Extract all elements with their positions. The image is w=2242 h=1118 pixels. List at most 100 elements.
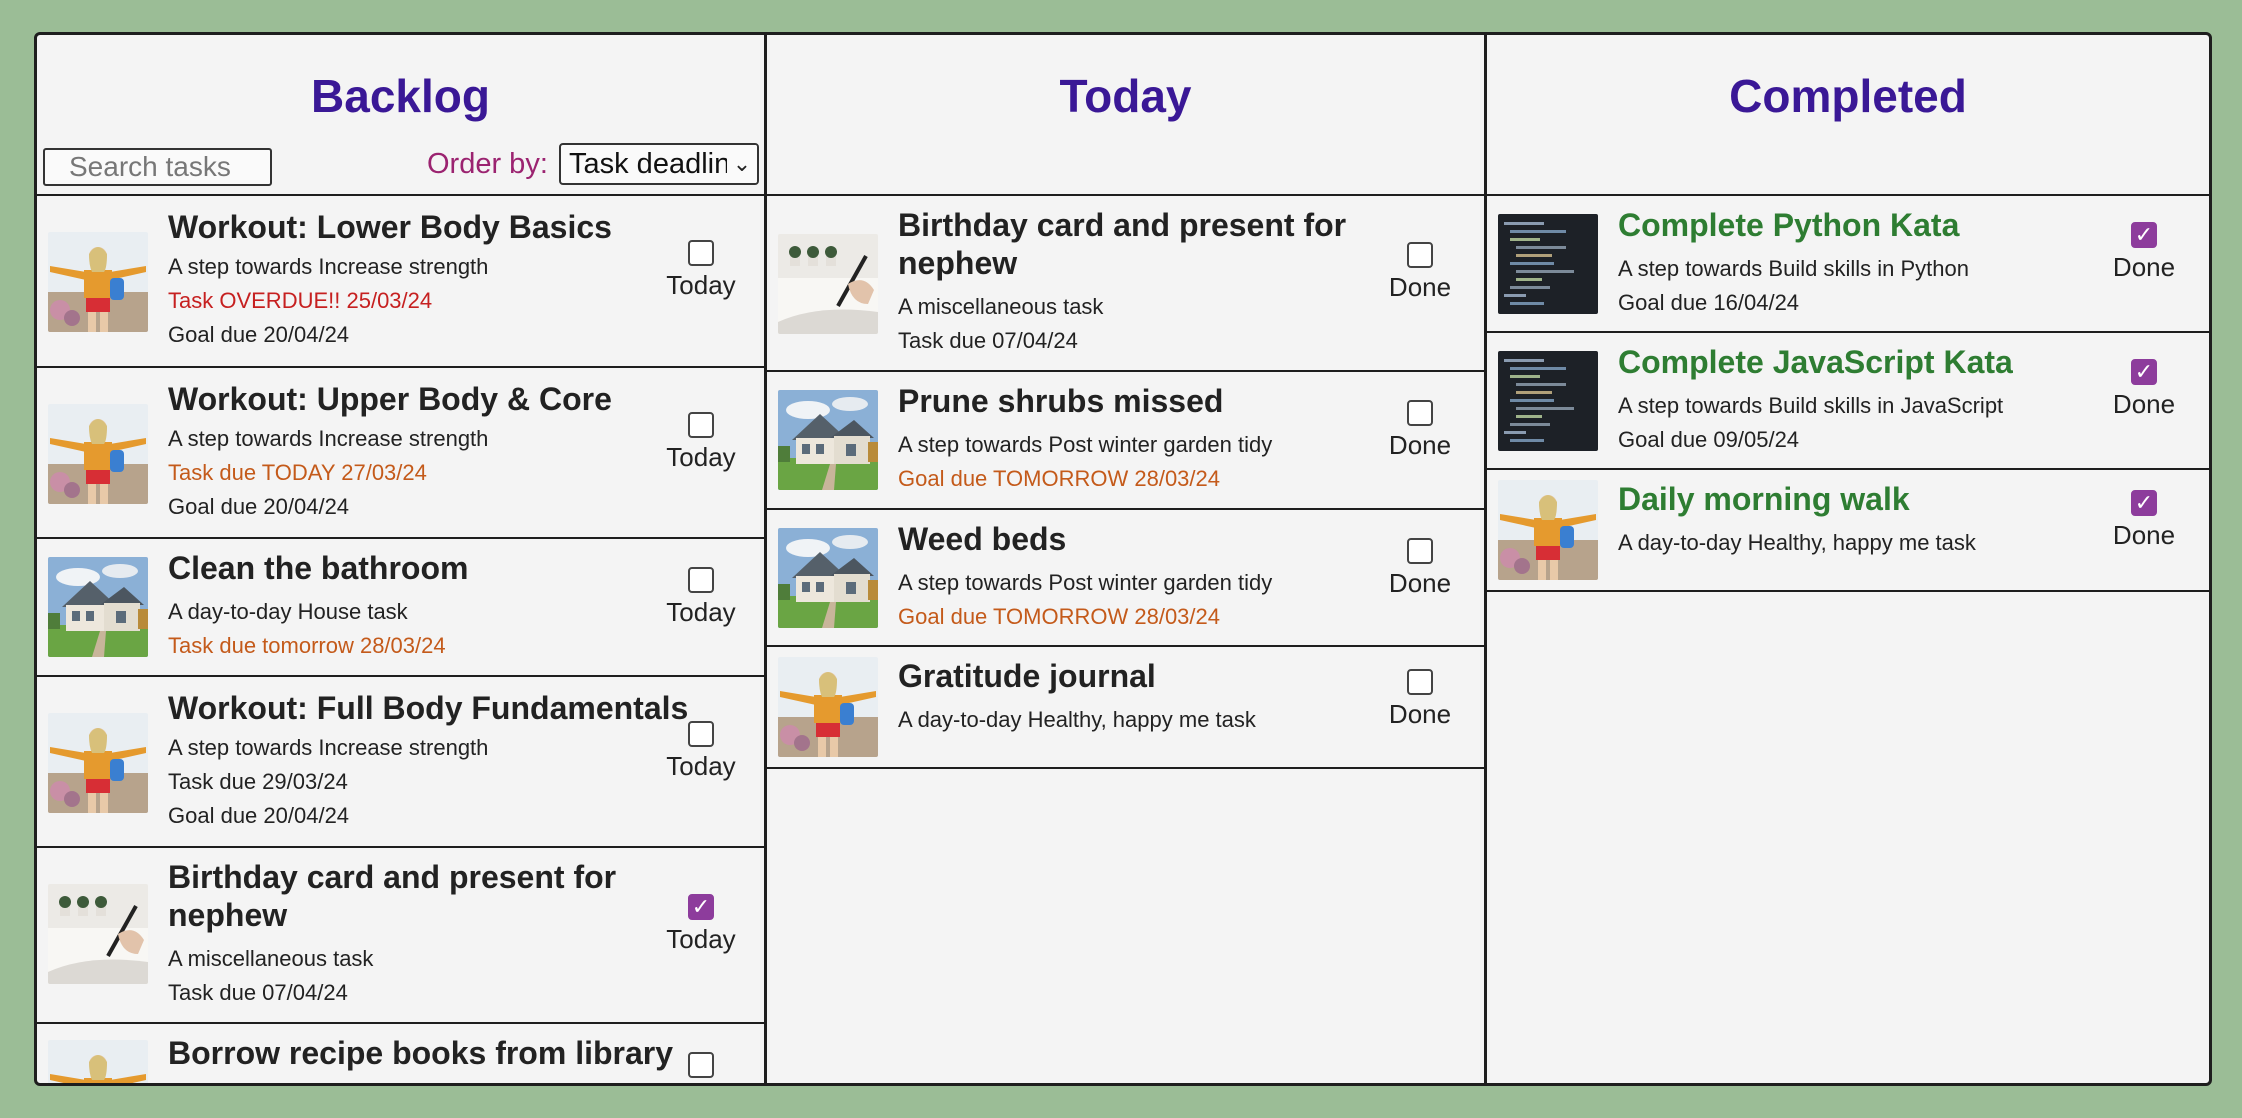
goal-due-text: Goal due 20/04/24 (168, 322, 350, 347)
person-icon (778, 657, 878, 757)
writing-icon (778, 234, 878, 334)
task-title: Complete JavaScript Kata (1618, 344, 2013, 380)
house-icon (48, 557, 148, 657)
task-card: Workout: Lower Body Basics A step toward… (37, 196, 764, 368)
done-checkbox[interactable] (1407, 400, 1433, 426)
task-card: Prune shrubs missed A step towards Post … (767, 372, 1484, 510)
task-goal-text: A step towards Build skills in Python (1618, 256, 1969, 281)
completed-title: Completed (1729, 70, 1967, 122)
task-title-line-2: nephew (168, 897, 288, 933)
done-label: Done (1388, 272, 1452, 302)
done-toggle[interactable]: Done (1375, 242, 1465, 303)
task-card: Birthday card and present for nephew A m… (767, 196, 1484, 372)
task-goal-text: A day-to-day Healthy, happy me task (898, 707, 1256, 732)
task-card: Gratitude journal A day-to-day Healthy, … (767, 647, 1484, 769)
done-toggle[interactable]: Done (1375, 400, 1465, 461)
today-toggle[interactable]: Today (656, 567, 746, 628)
search-input[interactable] (43, 148, 272, 186)
task-title: Workout: Lower Body Basics (168, 209, 612, 245)
task-title: Weed beds (898, 521, 1067, 557)
done-toggle[interactable]: ✓ Done (2099, 359, 2189, 420)
today-checkbox[interactable]: ✓ (688, 894, 714, 920)
today-label: Today (666, 924, 736, 954)
today-column: Today Birthday card and present for neph… (764, 35, 1484, 1083)
done-checkbox[interactable]: ✓ (2131, 490, 2157, 516)
today-label: Today (666, 442, 736, 472)
task-card: Workout: Full Body Fundamentals A step t… (37, 677, 764, 848)
person-icon (48, 713, 148, 813)
task-title: Daily morning walk (1618, 481, 1910, 517)
done-toggle[interactable]: ✓ Done (2099, 222, 2189, 283)
today-checkbox[interactable] (688, 721, 714, 747)
task-title-line-1: Birthday card and present for (898, 207, 1347, 243)
person-icon (48, 232, 148, 332)
today-toggle[interactable]: Today (656, 721, 746, 782)
task-board: Backlog Order by: Task deadline ⌄ Workou… (34, 32, 2212, 1086)
task-goal-text: A step towards Post winter garden tidy (898, 570, 1273, 595)
person-icon (48, 1040, 148, 1083)
task-goal-text: A step towards Increase strength (168, 426, 489, 451)
task-title: Borrow recipe books from library (168, 1035, 674, 1071)
goal-due-text: Goal due 16/04/24 (1618, 290, 1800, 315)
order-by-select[interactable]: Task deadline ⌄ (559, 143, 759, 185)
backlog-header: Backlog Order by: Task deadline ⌄ (37, 35, 764, 196)
today-checkbox[interactable] (688, 412, 714, 438)
backlog-title: Backlog (311, 70, 490, 122)
task-card: Complete Python Kata A step towards Buil… (1487, 196, 2209, 333)
done-checkbox[interactable] (1407, 669, 1433, 695)
backlog-list: Workout: Lower Body Basics A step toward… (37, 196, 764, 1083)
task-due-text: Task due tomorrow 28/03/24 (168, 633, 446, 658)
task-title: Clean the bathroom (168, 550, 469, 586)
task-goal-text: A day-to-day House task (168, 599, 408, 624)
today-checkbox[interactable] (688, 567, 714, 593)
goal-due-text: Goal due 20/04/24 (168, 494, 350, 519)
goal-due-text: Goal due 20/04/24 (168, 803, 350, 828)
completed-header: Completed (1487, 35, 2209, 196)
goal-due-text: Goal due TOMORROW 28/03/24 (898, 466, 1220, 491)
today-toggle[interactable]: Today (656, 412, 746, 473)
task-title: Prune shrubs missed (898, 383, 1224, 419)
house-icon (778, 528, 878, 628)
task-card: Complete JavaScript Kata A step towards … (1487, 333, 2209, 470)
done-checkbox[interactable]: ✓ (2131, 359, 2157, 385)
task-goal-text: A day-to-day Healthy, happy me task (1618, 530, 1976, 555)
task-card: Workout: Upper Body & Core A step toward… (37, 368, 764, 539)
person-icon (1498, 480, 1598, 580)
done-checkbox[interactable] (1407, 242, 1433, 268)
task-goal-text: A miscellaneous task (168, 946, 374, 971)
today-toggle[interactable] (656, 1052, 746, 1082)
today-toggle[interactable]: ✓ Today (656, 894, 746, 955)
task-due-text: Task due 07/04/24 (168, 980, 348, 1005)
code-icon (1498, 351, 1598, 451)
task-title: Complete Python Kata (1618, 207, 1960, 243)
done-toggle[interactable]: ✓ Done (2099, 490, 2189, 551)
task-goal-text: A step towards Build skills in JavaScrip… (1618, 393, 2004, 418)
order-by-value: Task deadline (569, 148, 747, 180)
task-goal-text: A step towards Increase strength (168, 735, 489, 760)
goal-due-text: Goal due 09/05/24 (1618, 427, 1800, 452)
today-title: Today (1059, 70, 1192, 122)
done-label: Done (2112, 520, 2176, 550)
today-checkbox[interactable] (688, 240, 714, 266)
task-due-text: Task due TODAY 27/03/24 (168, 460, 427, 485)
today-checkbox[interactable] (688, 1052, 714, 1078)
task-goal-text: A step towards Post winter garden tidy (898, 432, 1273, 457)
done-label: Done (2112, 389, 2176, 419)
task-title-line-1: Birthday card and present for (168, 859, 617, 895)
today-toggle[interactable]: Today (656, 240, 746, 301)
today-label: Today (666, 597, 736, 627)
house-icon (778, 390, 878, 490)
today-header: Today (767, 35, 1484, 196)
done-toggle[interactable]: Done (1375, 538, 1465, 599)
task-card: Daily morning walk A day-to-day Healthy,… (1487, 470, 2209, 592)
done-checkbox[interactable] (1407, 538, 1433, 564)
today-label: Today (666, 751, 736, 781)
task-title: Gratitude journal (898, 658, 1156, 694)
done-checkbox[interactable]: ✓ (2131, 222, 2157, 248)
done-label: Done (1388, 430, 1452, 460)
completed-column: Completed Complete Python Kata A step to… (1484, 35, 2209, 1083)
task-due-text: Task due 07/04/24 (898, 328, 1078, 353)
today-list: Birthday card and present for nephew A m… (767, 196, 1484, 769)
done-toggle[interactable]: Done (1375, 669, 1465, 730)
completed-list: Complete Python Kata A step towards Buil… (1487, 196, 2209, 592)
